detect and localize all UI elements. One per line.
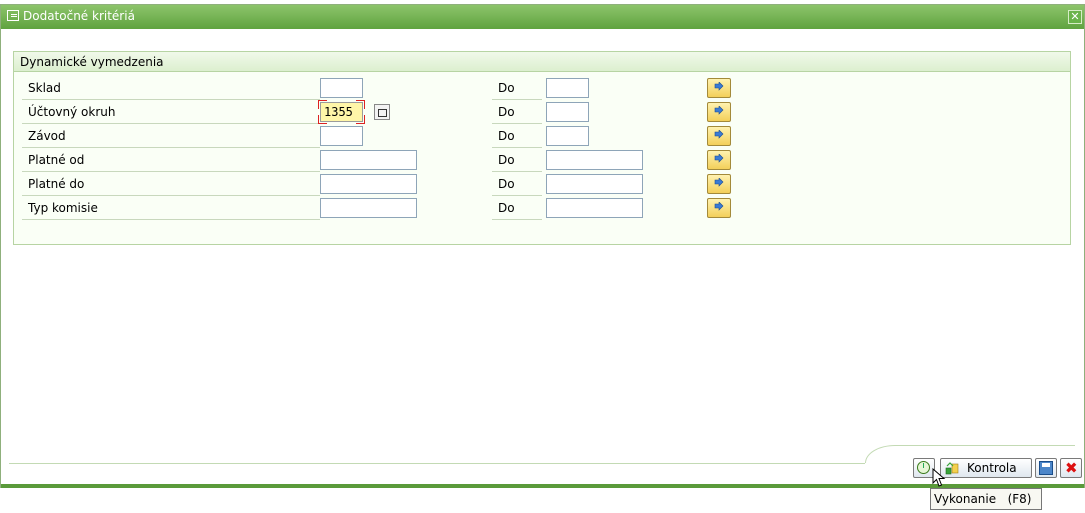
to-label-text: Do xyxy=(498,105,515,119)
title-bar: Dodatočné kritériá ✕ xyxy=(1,5,1084,29)
field-label: Platné do xyxy=(22,174,320,196)
platne-do-from-input[interactable] xyxy=(320,174,417,194)
save-icon xyxy=(1039,461,1053,475)
criteria-row-sklad: Sklad Do xyxy=(22,78,1062,100)
dialog-icon xyxy=(7,10,19,21)
dialog-window: Dodatočné kritériá ✕ Dynamické vymedzeni… xyxy=(0,4,1085,488)
top-strip xyxy=(0,0,1085,2)
to-label: Do xyxy=(492,126,542,148)
platne-od-from-input[interactable] xyxy=(320,150,417,170)
to-label-text: Do xyxy=(498,177,515,191)
save-button[interactable] xyxy=(1035,458,1057,478)
field-label: Sklad xyxy=(22,78,320,100)
typ-komisie-to-input[interactable] xyxy=(546,198,643,218)
field-label: Platné od xyxy=(22,150,320,172)
row-label: Platné od xyxy=(28,153,85,167)
to-label: Do xyxy=(492,102,542,124)
dynamic-selections-group: Dynamické vymedzenia Sklad Do Účtovný ok… xyxy=(13,51,1071,245)
to-label-text: Do xyxy=(498,153,515,167)
criteria-row-typ-komisie: Typ komisie Do xyxy=(22,198,1062,220)
multiple-selection-button[interactable] xyxy=(707,78,731,98)
multiple-selection-arrow-icon xyxy=(714,82,724,91)
clock-execute-icon xyxy=(917,461,930,474)
criteria-row-platne-od: Platné od Do xyxy=(22,150,1062,172)
focus-corner xyxy=(356,115,365,124)
multiple-selection-button[interactable] xyxy=(707,198,731,218)
to-label-text: Do xyxy=(498,81,515,95)
check-icon xyxy=(945,462,959,475)
field-label: Účtovný okruh xyxy=(22,102,320,124)
multiple-selection-arrow-icon xyxy=(714,106,724,115)
multiple-selection-button[interactable] xyxy=(707,102,731,122)
multiple-selection-button[interactable] xyxy=(707,150,731,170)
zavod-to-input[interactable] xyxy=(546,126,589,146)
focus-corner xyxy=(356,100,365,109)
multiple-selection-arrow-icon xyxy=(714,154,724,163)
multiple-selection-arrow-icon xyxy=(714,178,724,187)
row-label: Účtovný okruh xyxy=(28,105,116,119)
row-label: Platné do xyxy=(28,177,85,191)
to-label: Do xyxy=(492,174,542,196)
sklad-from-input[interactable] xyxy=(320,78,363,98)
value-help-icon[interactable] xyxy=(374,104,390,120)
zavod-from-input[interactable] xyxy=(320,126,363,146)
criteria-row-uctovny-okruh: Účtovný okruh 1355 Do xyxy=(22,100,1062,124)
to-label-text: Do xyxy=(498,201,515,215)
row-label: Závod xyxy=(28,129,66,143)
group-header: Dynamické vymedzenia xyxy=(14,52,1070,72)
field-label: Typ komisie xyxy=(22,198,320,220)
mouse-cursor-icon xyxy=(932,468,946,487)
multiple-selection-arrow-icon xyxy=(714,202,724,211)
to-label: Do xyxy=(492,198,542,220)
field-value: 1355 xyxy=(324,105,353,119)
tooltip: Vykonanie (F8) xyxy=(930,488,1042,510)
criteria-row-platne-do: Platné do Do xyxy=(22,174,1062,196)
multiple-selection-button[interactable] xyxy=(707,126,731,146)
check-button-label: Kontrola xyxy=(967,461,1017,475)
criteria-row-zavod: Závod Do xyxy=(22,126,1062,148)
footer-divider xyxy=(9,463,865,464)
row-label: Sklad xyxy=(28,81,61,95)
to-label: Do xyxy=(492,150,542,172)
row-label: Typ komisie xyxy=(28,201,98,215)
field-label: Závod xyxy=(22,126,320,148)
platne-do-to-input[interactable] xyxy=(546,174,643,194)
to-label-text: Do xyxy=(498,129,515,143)
multiple-selection-button[interactable] xyxy=(707,174,731,194)
to-label: Do xyxy=(492,78,542,100)
uctovny-okruh-from-input[interactable]: 1355 xyxy=(318,100,365,124)
cancel-button[interactable]: ✖ xyxy=(1060,458,1082,478)
cancel-icon: ✖ xyxy=(1065,459,1078,477)
platne-od-to-input[interactable] xyxy=(546,150,643,170)
typ-komisie-from-input[interactable] xyxy=(320,198,417,218)
group-title: Dynamické vymedzenia xyxy=(20,55,164,69)
sklad-to-input[interactable] xyxy=(546,78,589,98)
dialog-bottom-border xyxy=(1,484,1084,488)
multiple-selection-arrow-icon xyxy=(714,130,724,139)
tooltip-text: Vykonanie (F8) xyxy=(934,492,1032,506)
uctovny-okruh-to-input[interactable] xyxy=(546,102,589,122)
check-button[interactable]: Kontrola xyxy=(940,458,1032,478)
close-icon[interactable]: ✕ xyxy=(1068,10,1082,24)
window-title: Dodatočné kritériá xyxy=(23,9,135,23)
